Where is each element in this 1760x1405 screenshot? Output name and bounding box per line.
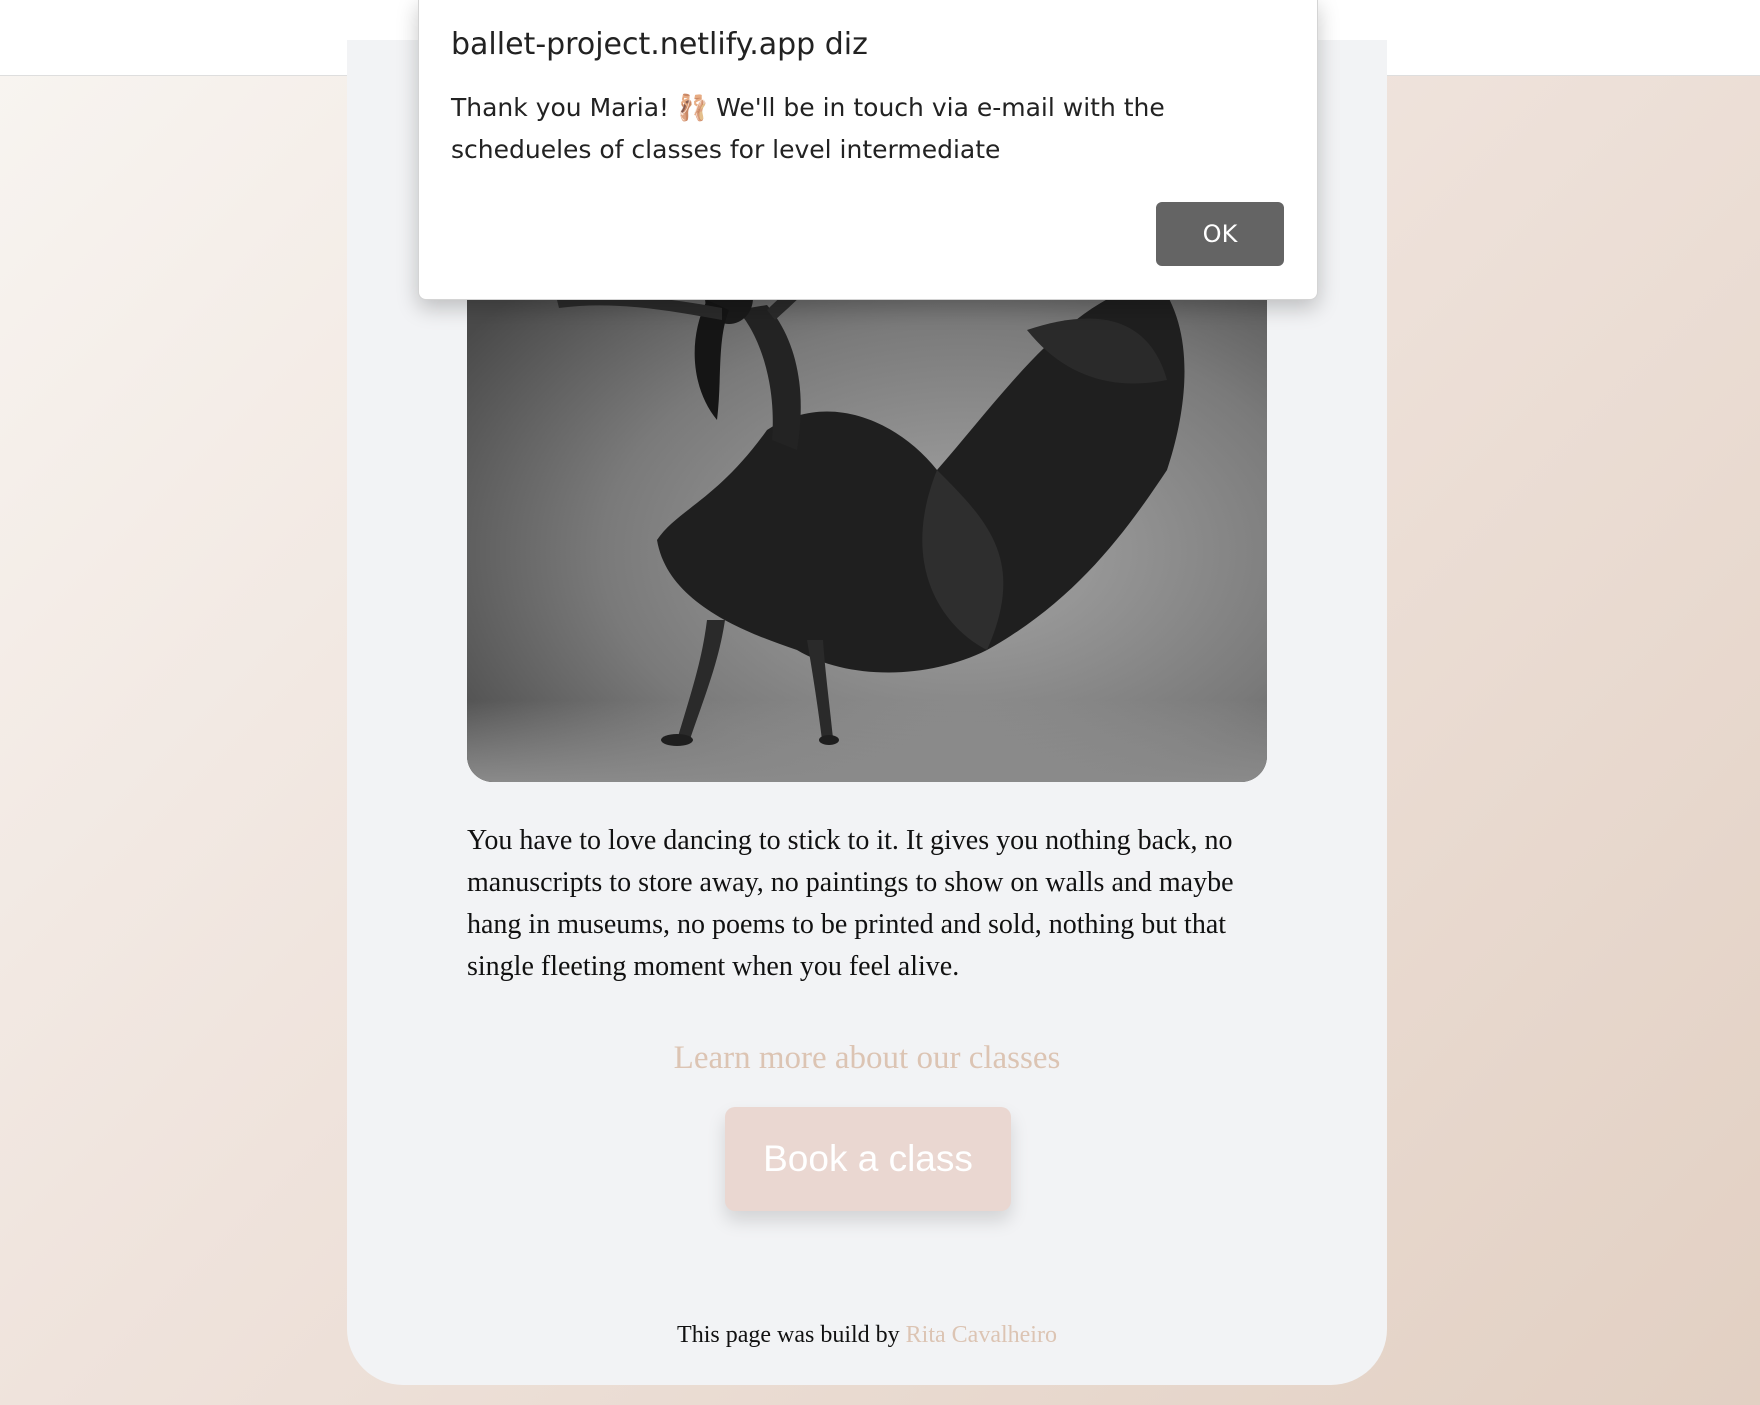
dialog-message: Thank you Maria! 🩰 We'll be in touch via… [451, 93, 1165, 164]
footer-text: This page was build by [677, 1322, 900, 1348]
learn-more-link[interactable]: Learn more about our classes [347, 1040, 1387, 1077]
dance-quote: You have to love dancing to stick to it.… [467, 825, 1234, 982]
author-link[interactable]: Rita Cavalheiro [906, 1322, 1057, 1348]
alert-dialog: ballet-project.netlify.app diz Thank you… [418, 0, 1318, 300]
ok-button[interactable]: OK [1156, 202, 1284, 266]
book-class-button[interactable]: Book a class [725, 1107, 1011, 1211]
footer: This page was build by Rita Cavalheiro [347, 1322, 1387, 1349]
dialog-title: ballet-project.netlify.app diz [451, 27, 868, 62]
dancer-photo [467, 270, 1267, 782]
